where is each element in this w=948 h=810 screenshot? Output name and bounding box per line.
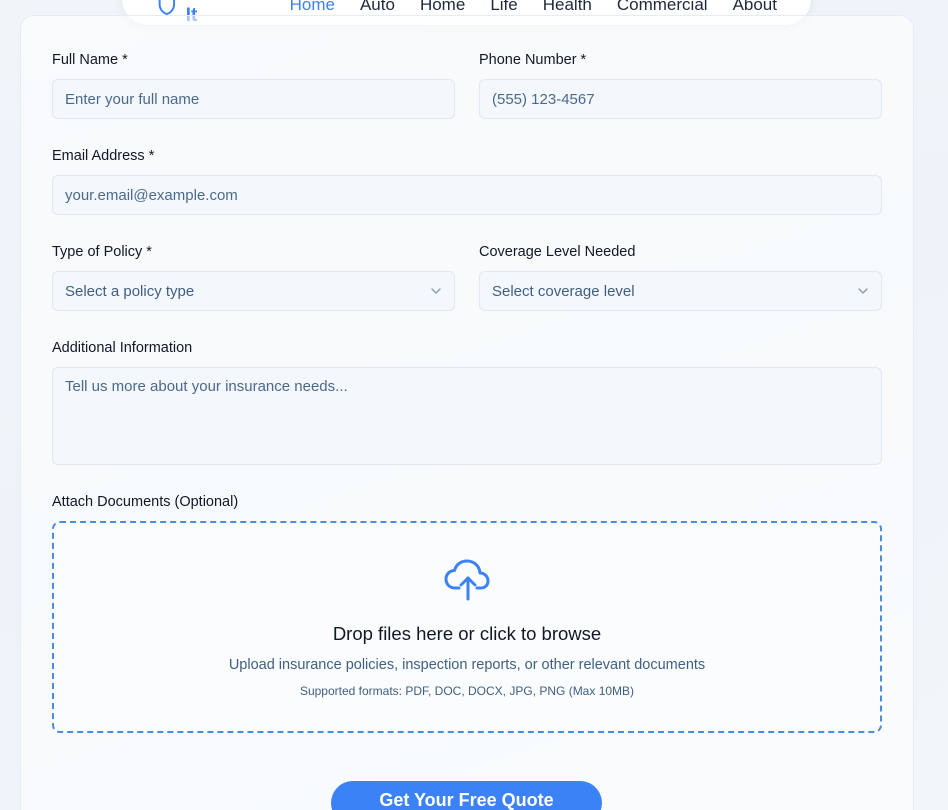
full-name-label: Full Name *: [52, 52, 128, 68]
get-quote-button[interactable]: Get Your Free Quote: [331, 781, 602, 810]
phone-label: Phone Number *: [479, 52, 587, 68]
nav-link-life[interactable]: Life: [490, 0, 517, 15]
nav-link-about[interactable]: About: [733, 0, 777, 15]
dropzone-subtitle: Upload insurance policies, inspection re…: [228, 657, 706, 673]
nav-link-home[interactable]: Home: [290, 0, 335, 15]
policy-type-value: Select a policy type: [65, 282, 195, 300]
email-input[interactable]: [65, 186, 869, 204]
chevron-down-icon: [858, 288, 868, 294]
shield-icon: [158, 0, 176, 16]
email-field-wrap: [52, 175, 882, 215]
nav-link-auto[interactable]: Auto: [360, 0, 395, 15]
coverage-value: Select coverage level: [492, 282, 635, 300]
email-label: Email Address *: [52, 148, 155, 164]
additional-info-field-wrap: [52, 367, 882, 465]
coverage-label: Coverage Level Needed: [479, 244, 636, 260]
nav-link-health[interactable]: Health: [543, 0, 592, 15]
policy-type-select[interactable]: Select a policy type: [52, 271, 455, 311]
dropzone-formats: Supported formats: PDF, DOC, DOCX, JPG, …: [299, 684, 635, 698]
additional-info-label: Additional Information: [52, 340, 193, 356]
dropzone-title: Drop files here or click to browse: [332, 623, 602, 644]
additional-info-textarea[interactable]: [65, 378, 869, 458]
nav-link-home-insurance[interactable]: Home: [420, 0, 465, 15]
chevron-down-icon: [431, 288, 441, 294]
phone-field-wrap: [479, 79, 882, 119]
cloud-upload-icon: [444, 559, 490, 601]
coverage-select[interactable]: Select coverage level: [479, 271, 882, 311]
phone-input[interactable]: [492, 90, 869, 108]
file-dropzone[interactable]: Drop files here or click to browse Uploa…: [52, 521, 882, 733]
attach-label: Attach Documents (Optional): [52, 494, 239, 510]
full-name-input[interactable]: [65, 90, 442, 108]
policy-type-label: Type of Policy *: [52, 244, 152, 260]
full-name-field-wrap: [52, 79, 455, 119]
nav-link-commercial[interactable]: Commercial: [617, 0, 708, 15]
